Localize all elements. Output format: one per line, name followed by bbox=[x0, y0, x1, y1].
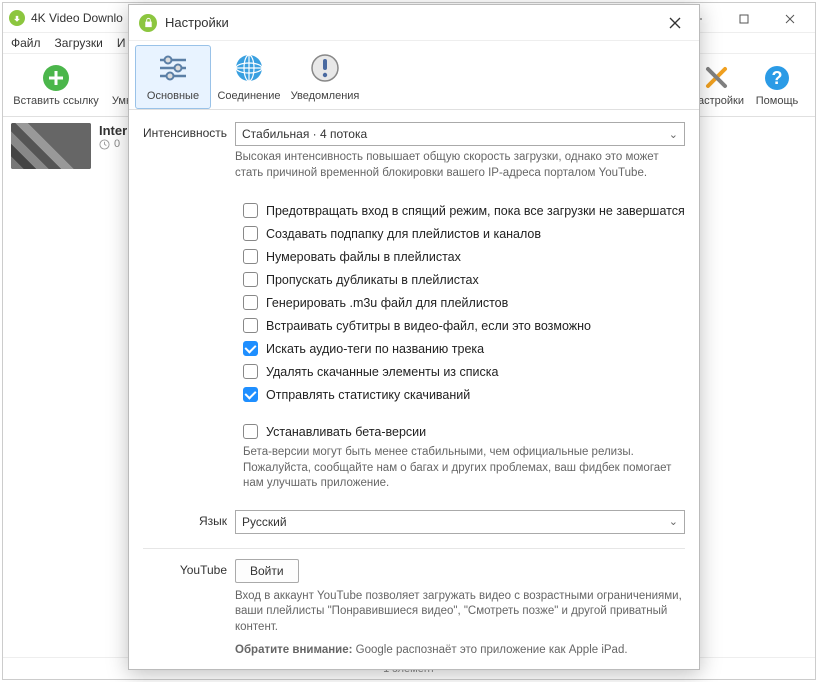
language-label: Язык bbox=[143, 510, 235, 528]
globe-icon bbox=[231, 50, 267, 86]
youtube-label: YouTube bbox=[143, 559, 235, 577]
check-gen-m3u[interactable]: Генерировать .m3u файл для плейлистов bbox=[243, 295, 685, 310]
dialog-close-button[interactable] bbox=[661, 9, 689, 37]
tab-notifications[interactable]: Уведомления bbox=[287, 45, 363, 109]
video-meta: Inter 0 bbox=[99, 123, 127, 150]
intensity-help: Высокая интенсивность повышает общую ско… bbox=[235, 150, 685, 181]
chevron-down-icon: ⌄ bbox=[669, 128, 678, 141]
tab-connection-label: Соединение bbox=[217, 90, 280, 102]
paste-link-button[interactable]: Вставить ссылку bbox=[11, 63, 101, 107]
dialog-body: Интенсивность Стабильная · 4 потока ⌄ Вы… bbox=[129, 110, 699, 669]
language-select[interactable]: Русский ⌄ bbox=[235, 510, 685, 534]
youtube-note-text: Google распознаёт это приложение как App… bbox=[352, 644, 627, 656]
tab-general[interactable]: Основные bbox=[135, 45, 211, 109]
intensity-select[interactable]: Стабильная · 4 потока ⌄ bbox=[235, 122, 685, 146]
menu-file[interactable]: Файл bbox=[11, 36, 41, 50]
youtube-note: Обратите внимание: Google распознаёт это… bbox=[235, 643, 685, 659]
sliders-icon bbox=[155, 50, 191, 86]
dialog-titlebar: Настройки bbox=[129, 5, 699, 41]
check-beta[interactable]: Устанавливать бета-версии bbox=[243, 424, 685, 439]
alert-icon bbox=[307, 50, 343, 86]
settings-icon bbox=[702, 63, 732, 93]
tab-general-label: Основные bbox=[147, 90, 199, 102]
dialog-icon bbox=[139, 14, 157, 32]
check-embed-subs[interactable]: Встраивать субтитры в видео-файл, если э… bbox=[243, 318, 685, 333]
video-thumbnail bbox=[11, 123, 91, 169]
settings-dialog: Настройки Основные Соединение Уведомлени… bbox=[128, 4, 700, 670]
check-remove-done[interactable]: Удалять скачанные элементы из списка bbox=[243, 364, 685, 379]
check-skip-dupes[interactable]: Пропускать дубликаты в плейлистах bbox=[243, 272, 685, 287]
dialog-tabs: Основные Соединение Уведомления bbox=[129, 41, 699, 110]
help-icon: ? bbox=[762, 63, 792, 93]
video-title: Inter bbox=[99, 123, 127, 138]
check-prevent-sleep[interactable]: Предотвращать вход в спящий режим, пока … bbox=[243, 203, 685, 218]
language-value: Русский bbox=[242, 515, 287, 529]
chevron-down-icon: ⌄ bbox=[669, 515, 678, 528]
maximize-button[interactable] bbox=[721, 5, 767, 33]
youtube-help: Вход в аккаунт YouTube позволяет загружа… bbox=[235, 589, 685, 636]
check-send-stats[interactable]: Отправлять статистику скачиваний bbox=[243, 387, 685, 402]
app-icon bbox=[9, 10, 25, 26]
paste-link-icon bbox=[41, 63, 71, 93]
help-label: Помощь bbox=[756, 95, 799, 107]
dialog-title: Настройки bbox=[165, 15, 229, 30]
svg-text:?: ? bbox=[772, 68, 783, 88]
intensity-value: Стабильная · 4 потока bbox=[242, 127, 367, 141]
close-icon bbox=[669, 17, 681, 29]
check-subfolder[interactable]: Создавать подпапку для плейлистов и кана… bbox=[243, 226, 685, 241]
close-button[interactable] bbox=[767, 5, 813, 33]
youtube-login-button[interactable]: Войти bbox=[235, 559, 299, 583]
video-duration: 0 bbox=[114, 138, 120, 150]
close-icon bbox=[785, 14, 795, 24]
check-number-files[interactable]: Нумеровать файлы в плейлистах bbox=[243, 249, 685, 264]
menu-more[interactable]: И bbox=[117, 36, 126, 50]
help-button[interactable]: ? Помощь bbox=[747, 63, 807, 107]
beta-help: Бета-версии могут быть менее стабильными… bbox=[243, 445, 685, 492]
app-title: 4K Video Downlo bbox=[31, 11, 123, 25]
tab-connection[interactable]: Соединение bbox=[211, 45, 287, 109]
check-audio-tags[interactable]: Искать аудио-теги по названию трека bbox=[243, 341, 685, 356]
intensity-label: Интенсивность bbox=[143, 122, 235, 140]
paste-link-label: Вставить ссылку bbox=[13, 95, 98, 107]
maximize-icon bbox=[739, 14, 749, 24]
menu-downloads[interactable]: Загрузки bbox=[55, 36, 103, 50]
youtube-note-label: Обратите внимание: bbox=[235, 644, 352, 656]
clock-icon bbox=[99, 139, 110, 150]
tab-notifications-label: Уведомления bbox=[291, 90, 360, 102]
